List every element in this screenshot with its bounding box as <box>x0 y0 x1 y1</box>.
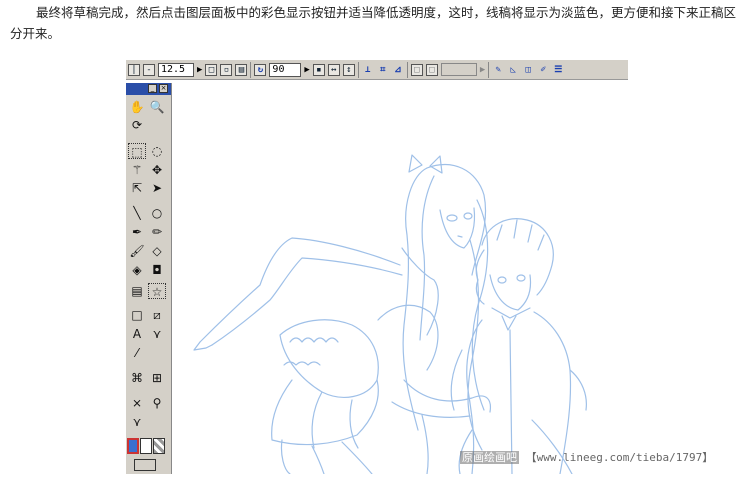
pencil-icon[interactable]: ✏ <box>148 224 166 240</box>
ruler-icon[interactable]: ⊥ <box>362 64 374 76</box>
top-toolbar: | - 12.5 ▶ □ ▫ ▤ ↻ 90 ▶ ▪ ↔ ↕ ⊥ ⌗ ⊿ □ □ … <box>126 60 628 80</box>
tool-palette-titlebar: _ × <box>126 83 171 95</box>
hand-icon[interactable]: ✋ <box>128 99 146 115</box>
layer-dropdown-icon[interactable]: ▶ <box>480 65 485 75</box>
watermark-url: 【www.lineeg.com/tieba/1797】 <box>525 451 714 464</box>
angle-dropdown-icon[interactable]: ▶ <box>304 65 309 75</box>
effect-icon[interactable]: ⨯ <box>128 395 146 411</box>
frame-icon[interactable]: □ <box>128 307 146 323</box>
list-icon[interactable]: ☰ <box>552 64 564 76</box>
toolbar-divider <box>250 61 252 78</box>
transform-icon[interactable]: ⇱ <box>128 180 146 196</box>
color-mode-box[interactable] <box>134 459 156 471</box>
caption-text: 最终将草稿完成，然后点击图层面板中的彩色显示按钮并适当降低透明度，这时，线稿将显… <box>10 5 737 41</box>
tone2-icon[interactable]: ⊞ <box>148 370 166 386</box>
prev-page-icon[interactable]: | <box>128 63 140 76</box>
toolbar-divider <box>357 61 359 78</box>
watermark-brand: 原画绘画吧 <box>460 451 519 464</box>
paste-icon[interactable]: ▤ <box>235 63 248 76</box>
zoom-icon[interactable]: 🔍 <box>148 99 166 115</box>
drawing-canvas[interactable] <box>172 80 750 475</box>
line-icon[interactable]: ╲ <box>128 205 146 221</box>
perspective-icon[interactable]: ⊿ <box>392 64 404 76</box>
layer-select[interactable] <box>440 63 477 76</box>
pointer-icon[interactable]: ➤ <box>148 180 166 196</box>
next-page-icon[interactable]: - <box>143 63 155 76</box>
move-icon[interactable]: ✥ <box>148 162 166 178</box>
watermark: 原画绘画吧 【www.lineeg.com/tieba/1797】 <box>460 449 713 465</box>
pen-tool-icon[interactable]: ✒ <box>128 224 146 240</box>
tone-icon[interactable]: ⌘ <box>128 370 146 386</box>
zoom-dropdown-icon[interactable]: ▶ <box>197 65 202 75</box>
copy-icon[interactable]: ▫ <box>220 63 233 76</box>
text-icon[interactable]: A <box>128 326 146 342</box>
new-page-icon[interactable]: □ <box>205 63 218 76</box>
background-color-swatch[interactable] <box>140 438 152 454</box>
effect2-icon[interactable]: ⋎ <box>128 414 146 430</box>
layer2-icon[interactable]: □ <box>425 63 438 76</box>
eyedropper-icon[interactable]: ⁄ <box>128 345 146 361</box>
ellipse-icon[interactable]: ○ <box>148 205 166 221</box>
layer-icon[interactable]: □ <box>410 63 423 76</box>
brush-icon[interactable]: ✐ <box>537 64 549 76</box>
grid-icon[interactable]: ⌗ <box>377 64 389 76</box>
article-caption: 最终将草稿完成，然后点击图层面板中的彩色显示按钮并适当降低透明度，这时，线稿将显… <box>0 0 750 44</box>
close-icon[interactable]: × <box>159 84 168 93</box>
fit-icon[interactable]: ▪ <box>312 63 325 76</box>
rotate-view-icon[interactable]: ⟳ <box>128 117 146 133</box>
rotate-icon[interactable]: ↻ <box>254 63 267 76</box>
eraser-icon[interactable]: ◇ <box>148 243 166 259</box>
foreground-color-swatch[interactable] <box>127 438 139 454</box>
triangle-icon[interactable]: ◺ <box>507 64 519 76</box>
pen-icon[interactable]: ✎ <box>492 64 504 76</box>
magic-wand-icon[interactable]: ⚚ <box>128 162 146 178</box>
fill-select-icon[interactable]: ◘ <box>148 262 166 278</box>
frame2-icon[interactable]: ⧄ <box>148 307 166 323</box>
toolbar-divider <box>406 61 408 78</box>
gradient-icon[interactable]: ▤ <box>128 283 146 299</box>
lasso-icon[interactable]: ◌ <box>148 143 166 159</box>
star-icon[interactable]: ☆ <box>148 283 166 299</box>
fit-height-icon[interactable]: ↕ <box>342 63 355 76</box>
toolbar-divider <box>488 61 490 78</box>
zoom2-icon[interactable]: ⚲ <box>148 395 166 411</box>
balloon-icon[interactable]: ⋎ <box>148 326 166 342</box>
brush-tool-icon[interactable]: 🖌 <box>128 243 146 259</box>
fit-width-icon[interactable]: ↔ <box>327 63 340 76</box>
sketch-artwork <box>193 154 587 475</box>
rect-select-icon[interactable]: ⬚ <box>128 143 146 159</box>
minimize-icon[interactable]: _ <box>148 84 157 93</box>
tool-palette: _ × ✋ 🔍 ⟳ ⬚ ◌ ⚚ ✥ ⇱ ➤ ╲ ○ ✒ ✏ 🖌 ◇ ◈ ◘ ▤ … <box>126 83 172 474</box>
fill-icon[interactable]: ◈ <box>128 262 146 278</box>
cube-icon[interactable]: ◫ <box>522 64 534 76</box>
zoom-input[interactable]: 12.5 <box>158 62 194 77</box>
angle-input[interactable]: 90 <box>269 62 302 77</box>
transparent-color-swatch[interactable] <box>153 438 165 454</box>
